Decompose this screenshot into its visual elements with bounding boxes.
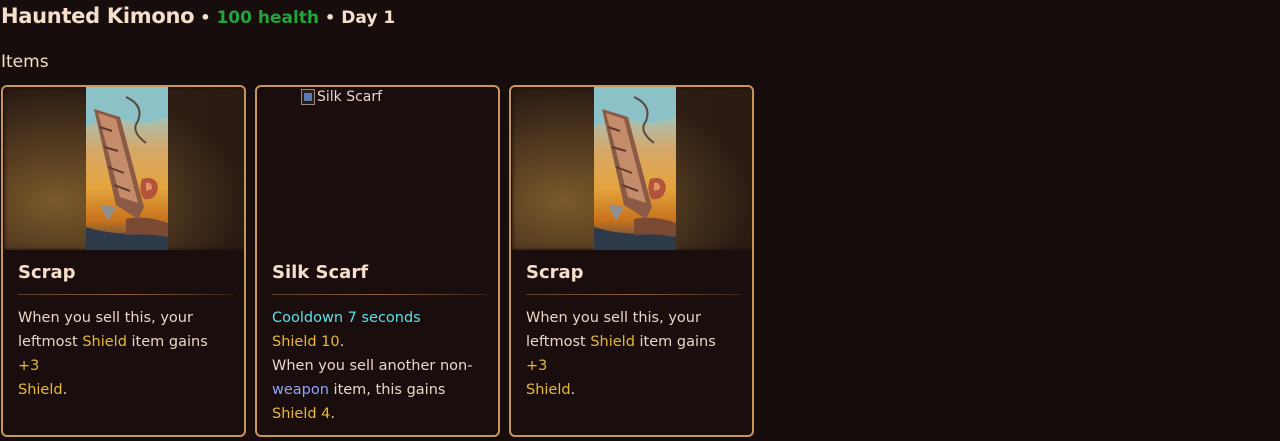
header-separator: • — [325, 8, 336, 27]
shield-keyword: Shield 4 — [272, 406, 331, 422]
items-section-title: Items — [1, 52, 49, 72]
item-card-list: Scrap When you sell this, your leftmost … — [1, 85, 754, 437]
desc-text: . — [62, 382, 68, 398]
item-card-scrap[interactable]: Scrap When you sell this, your leftmost … — [509, 85, 754, 437]
shield-value: +3 — [18, 358, 40, 374]
scrap-image — [594, 87, 676, 250]
item-divider — [18, 294, 233, 295]
desc-text: leftmost — [18, 334, 83, 350]
desc-text: . — [339, 334, 345, 350]
desc-line: Shield 10. — [272, 330, 487, 354]
item-description: Cooldown 7 seconds Shield 10. When you s… — [272, 306, 487, 426]
item-description: When you sell this, your leftmost Shield… — [526, 306, 741, 402]
desc-text: . — [330, 406, 336, 422]
item-divider — [272, 294, 487, 295]
desc-text: When you sell another non- — [272, 358, 473, 374]
broken-image-icon — [301, 89, 315, 105]
item-name: Scrap — [526, 262, 584, 283]
shield-keyword: Shield — [82, 334, 127, 350]
cooldown-text: Cooldown 7 seconds — [272, 310, 421, 326]
item-name: Scrap — [18, 262, 76, 283]
broken-image-placeholder: Silk Scarf — [301, 89, 382, 105]
desc-text: leftmost — [526, 334, 591, 350]
header-separator: • — [200, 8, 211, 27]
item-image — [512, 87, 752, 250]
desc-line: Cooldown 7 seconds — [272, 306, 487, 330]
item-divider — [526, 294, 741, 295]
shield-value: +3 — [526, 358, 548, 374]
shield-keyword: Shield — [526, 382, 571, 398]
desc-line: Shield. — [18, 378, 233, 402]
desc-line: weapon item, this gains — [272, 378, 487, 402]
weapon-keyword: weapon — [272, 382, 329, 398]
day-value: Day 1 — [341, 8, 396, 28]
desc-line: Shield. — [526, 378, 741, 402]
scrap-image — [86, 87, 168, 250]
item-description: When you sell this, your leftmost Shield… — [18, 306, 233, 402]
desc-line: Shield 4. — [272, 402, 487, 426]
shield-keyword: Shield 10 — [272, 334, 340, 350]
item-image: Silk Scarf — [258, 87, 498, 250]
item-image — [4, 87, 244, 250]
shield-keyword: Shield — [18, 382, 63, 398]
item-card-silk-scarf[interactable]: Silk Scarf Silk Scarf Cooldown 7 seconds… — [255, 85, 500, 437]
desc-text: When you sell this, your — [18, 310, 193, 326]
desc-line: When you sell another non- — [272, 354, 487, 378]
item-card-scrap[interactable]: Scrap When you sell this, your leftmost … — [1, 85, 246, 437]
desc-text: item gains — [634, 334, 716, 350]
desc-line: When you sell this, your — [526, 306, 741, 330]
desc-line: leftmost Shield item gains +3 — [18, 330, 233, 378]
health-value: 100 health — [216, 8, 320, 28]
shield-keyword: Shield — [590, 334, 635, 350]
item-name: Silk Scarf — [272, 262, 369, 283]
image-alt-text: Silk Scarf — [317, 89, 383, 105]
desc-text: . — [570, 382, 576, 398]
desc-line: When you sell this, your — [18, 306, 233, 330]
desc-text: item gains — [126, 334, 208, 350]
desc-line: leftmost Shield item gains +3 — [526, 330, 741, 378]
desc-text: item, this gains — [328, 382, 446, 398]
item-card-body: Scrap When you sell this, your leftmost … — [18, 261, 233, 402]
desc-text: When you sell this, your — [526, 310, 701, 326]
page-header: Haunted Kimono • 100 health • Day 1 — [1, 4, 395, 32]
item-card-body: Silk Scarf Cooldown 7 seconds Shield 10.… — [272, 261, 487, 426]
character-title: Haunted Kimono — [1, 4, 195, 28]
item-card-body: Scrap When you sell this, your leftmost … — [526, 261, 741, 402]
